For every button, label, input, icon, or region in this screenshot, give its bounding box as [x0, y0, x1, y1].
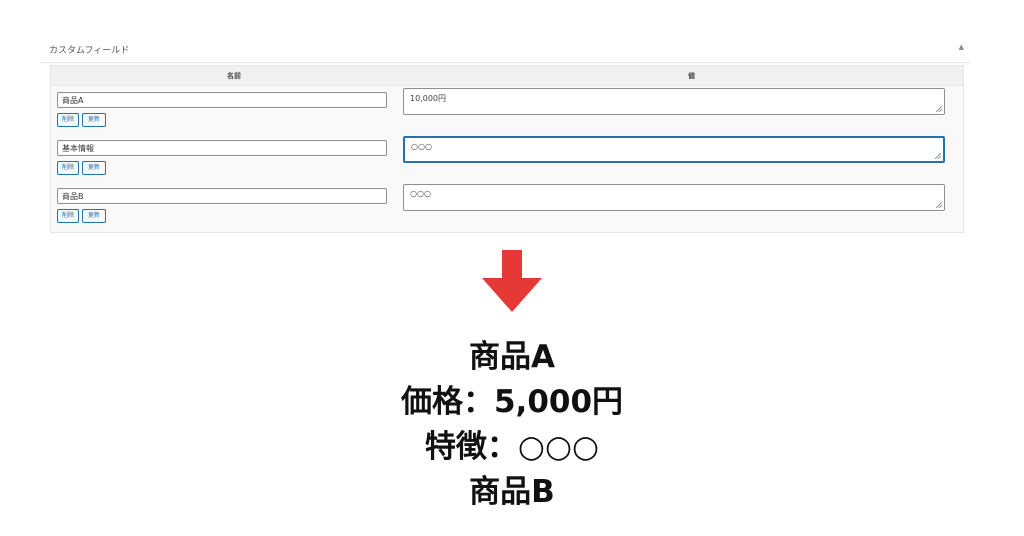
resize-handle-icon[interactable]: [935, 153, 941, 159]
field-value-textarea[interactable]: ○○○: [403, 184, 945, 211]
field-key-input[interactable]: 商品B: [57, 188, 387, 204]
resize-handle-icon[interactable]: [936, 106, 942, 112]
custom-fields-panel: カスタムフィールド ▲ 名前 値 商品A 削除 更新 10,000円 基本情報 …: [40, 36, 970, 236]
table-header: 名前 値: [51, 66, 963, 86]
field-key-input[interactable]: 基本情報: [57, 140, 387, 156]
table-row: 商品A 削除 更新 10,000円: [51, 88, 963, 140]
delete-button[interactable]: 削除: [57, 113, 79, 127]
table-row: 基本情報 削除 更新 ○○○: [51, 136, 963, 188]
result-output: 商品A 価格：5,000円 特徴：○○○ 商品B: [0, 335, 1024, 515]
down-arrow-icon: [482, 250, 542, 312]
result-feature: 特徴：○○○: [424, 429, 600, 465]
table-row: 商品B 削除 更新 ○○○: [51, 184, 963, 236]
update-button[interactable]: 更新: [82, 209, 106, 223]
delete-button[interactable]: 削除: [57, 209, 79, 223]
custom-fields-table: 名前 値 商品A 削除 更新 10,000円 基本情報 削除 更新 ○○○ 商品…: [50, 65, 964, 233]
panel-header: カスタムフィールド ▲: [40, 36, 970, 63]
result-product-b: 商品B: [469, 474, 555, 510]
column-header-value: 値: [688, 72, 695, 80]
delete-button[interactable]: 削除: [57, 161, 79, 175]
field-value-text: 10,000円: [410, 94, 446, 103]
collapse-toggle-icon[interactable]: ▲: [959, 43, 964, 51]
field-value-text: ○○○: [411, 142, 432, 151]
field-value-textarea[interactable]: ○○○: [403, 136, 945, 163]
field-key-input[interactable]: 商品A: [57, 92, 387, 108]
panel-title: カスタムフィールド: [49, 46, 130, 56]
result-product-a: 商品A: [469, 339, 555, 375]
update-button[interactable]: 更新: [82, 161, 106, 175]
resize-handle-icon[interactable]: [936, 202, 942, 208]
result-price: 価格：5,000円: [400, 384, 624, 420]
page: カスタムフィールド ▲ 名前 値 商品A 削除 更新 10,000円 基本情報 …: [0, 0, 1024, 536]
field-value-textarea[interactable]: 10,000円: [403, 88, 945, 115]
update-button[interactable]: 更新: [82, 113, 106, 127]
column-header-name: 名前: [227, 72, 241, 80]
field-value-text: ○○○: [410, 189, 431, 198]
